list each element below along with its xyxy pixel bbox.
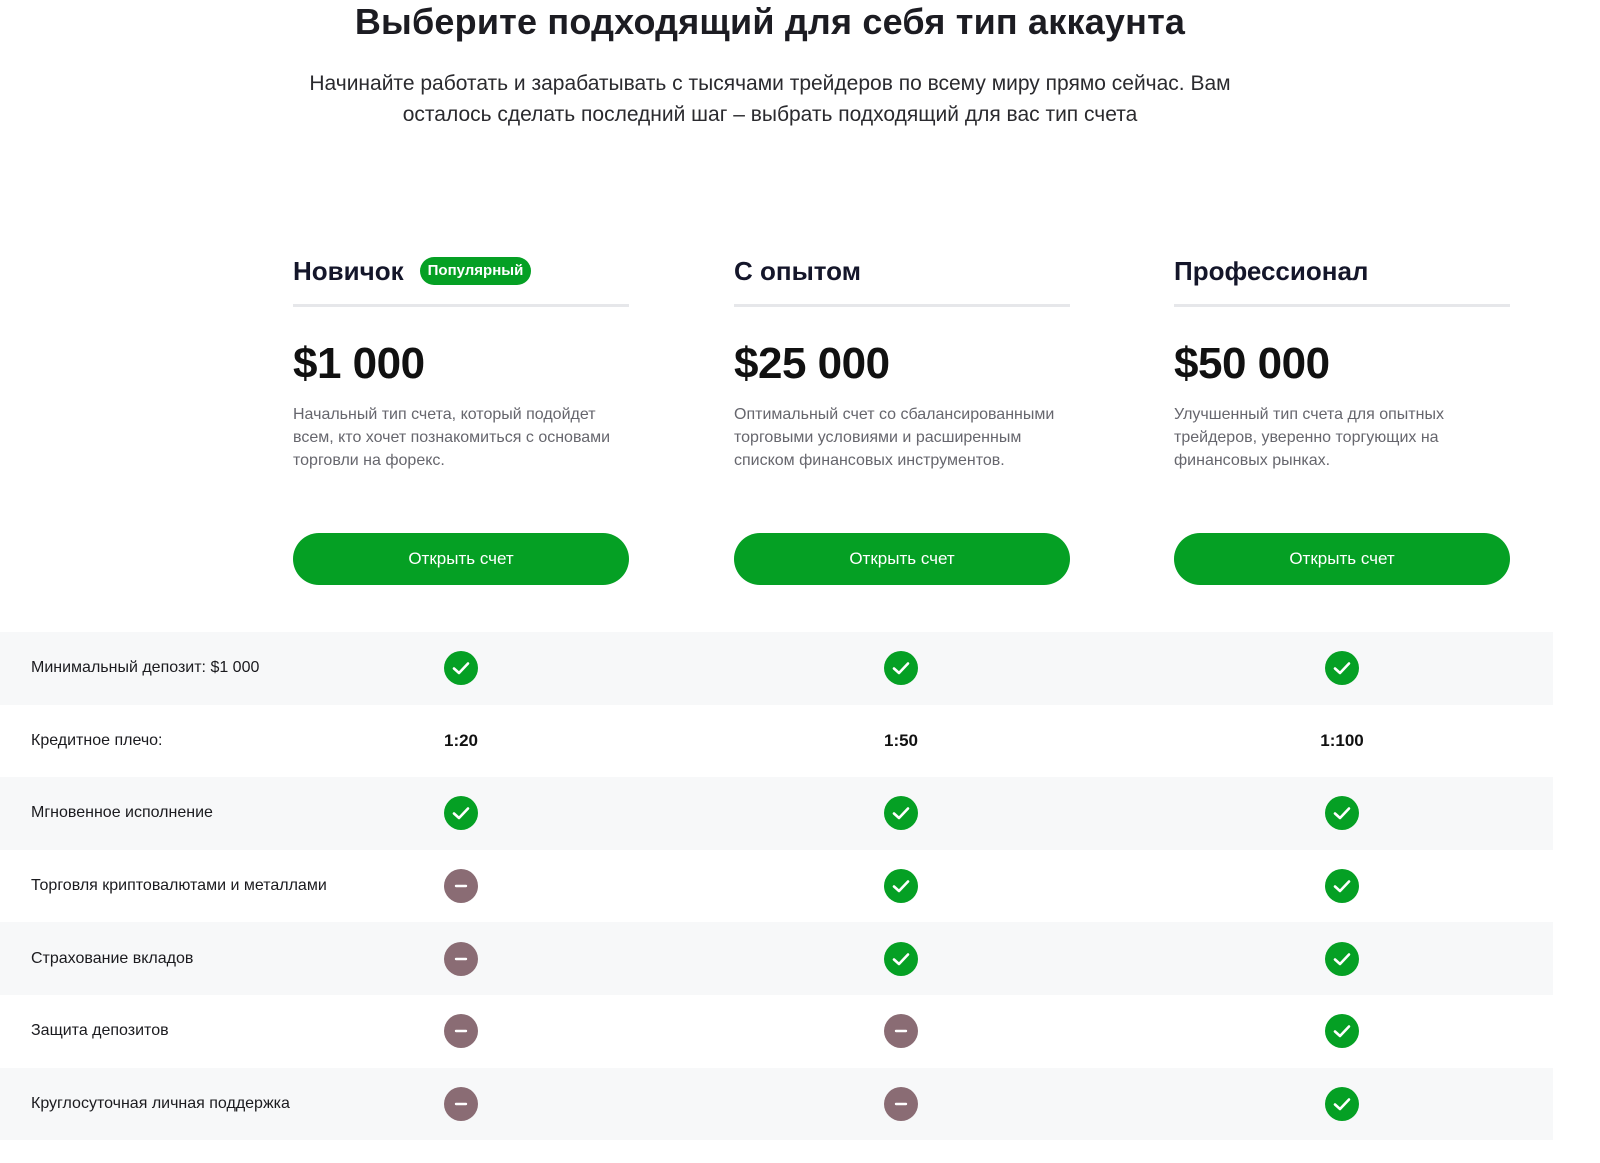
feature-comparison-table: Минимальный депозит: $1 000 Кредитное пле… xyxy=(0,632,1553,1141)
feature-cell xyxy=(871,651,931,686)
minus-icon xyxy=(444,869,478,904)
page-title: Выберите подходящий для себя тип аккаунт… xyxy=(354,1,1186,42)
minus-icon xyxy=(444,1086,478,1121)
feature-row: Кредитное плечо: 1:20 1:50 1:100 xyxy=(0,705,1553,778)
feature-cell xyxy=(871,1014,931,1049)
plan-price: $50 000 xyxy=(1174,339,1330,388)
plan-description: Улучшенный тип счета для опытных трейдер… xyxy=(1174,406,1444,469)
check-icon xyxy=(1325,1086,1359,1121)
feature-cell xyxy=(431,1086,491,1121)
subtitle-line-1: Начинайте работать и зарабатывать с тыся… xyxy=(309,72,1231,95)
popular-badge: Популярный xyxy=(419,257,532,285)
plan-card-experienced: С опытом $25 000 Оптимальный счет со сба… xyxy=(734,252,1070,585)
feature-row: Мгновенное исполнение xyxy=(0,777,1553,850)
plan-description: Оптимальный счет со сбалансированными то… xyxy=(734,406,1055,469)
feature-label: Страхование вкладов xyxy=(31,949,194,967)
subtitle-line-2: осталось сделать последний шаг – выбрать… xyxy=(402,103,1138,126)
feature-cell xyxy=(431,941,491,976)
feature-row: Защита депозитов xyxy=(0,995,1553,1068)
plan-divider xyxy=(1174,304,1510,307)
check-icon xyxy=(884,869,918,904)
page-subtitle: Начинайте работать и зарабатывать с тыся… xyxy=(210,68,1330,130)
feature-row: Торговля криптовалютами и металлами xyxy=(0,850,1553,923)
plan-card-professional: Профессионал $50 000 Улучшенный тип счет… xyxy=(1174,252,1510,585)
open-account-button[interactable]: Открыть счет xyxy=(293,533,629,585)
minus-icon xyxy=(884,1014,918,1049)
feature-cell xyxy=(431,796,491,831)
check-icon xyxy=(1325,651,1359,686)
feature-cell: 1:100 xyxy=(1312,731,1372,751)
feature-cell xyxy=(1312,869,1372,904)
check-icon xyxy=(444,651,478,686)
check-icon xyxy=(444,796,478,831)
open-account-button[interactable]: Открыть счет xyxy=(1174,533,1510,585)
feature-row: Круглосуточная личная поддержка xyxy=(0,1067,1553,1141)
open-account-button[interactable]: Открыть счет xyxy=(734,533,1070,585)
feature-cell xyxy=(1312,941,1372,976)
check-icon xyxy=(1325,869,1359,904)
plan-price: $1 000 xyxy=(293,339,425,388)
feature-label: Мгновенное исполнение xyxy=(31,804,213,822)
minus-icon xyxy=(444,941,478,976)
feature-label: Круглосуточная личная поддержка xyxy=(31,1094,290,1112)
feature-cell xyxy=(1312,1086,1372,1121)
feature-cell xyxy=(871,1086,931,1121)
feature-label: Торговля криптовалютами и металлами xyxy=(31,877,327,895)
plan-header: Профессионал xyxy=(1174,252,1510,292)
plan-divider xyxy=(293,304,629,307)
check-icon xyxy=(1325,796,1359,831)
leverage-value: 1:50 xyxy=(883,730,919,750)
feature-row: Минимальный депозит: $1 000 xyxy=(0,632,1553,705)
plan-price: $25 000 xyxy=(734,339,890,388)
plan-name: С опытом xyxy=(734,255,861,286)
check-icon xyxy=(1325,941,1359,976)
minus-icon xyxy=(884,1086,918,1121)
feature-cell xyxy=(431,651,491,686)
plan-card-novice: Новичок Популярный $1 000 Начальный тип … xyxy=(293,252,629,585)
feature-cell: 1:50 xyxy=(871,731,931,751)
feature-row: Страхование вкладов xyxy=(0,922,1553,995)
feature-label: Защита депозитов xyxy=(31,1022,169,1040)
feature-cell xyxy=(431,1014,491,1049)
leverage-value: 1:100 xyxy=(1320,730,1364,750)
feature-cell xyxy=(1312,796,1372,831)
feature-cell xyxy=(1312,1014,1372,1049)
plan-divider xyxy=(734,304,1070,307)
feature-cell xyxy=(431,869,491,904)
feature-label: Кредитное плечо: xyxy=(31,731,163,749)
feature-cell xyxy=(871,869,931,904)
check-icon xyxy=(1325,1014,1359,1049)
plan-header: С опытом xyxy=(734,252,1070,292)
plan-name: Новичок xyxy=(293,255,404,286)
leverage-value: 1:20 xyxy=(443,730,479,750)
feature-cell: 1:20 xyxy=(431,731,491,751)
feature-cell xyxy=(871,941,931,976)
feature-cell xyxy=(1312,651,1372,686)
feature-label: Минимальный депозит: $1 000 xyxy=(31,659,260,677)
check-icon xyxy=(884,796,918,831)
minus-icon xyxy=(444,1014,478,1049)
plan-description: Начальный тип счета, который подойдет вс… xyxy=(293,406,611,469)
plan-header: Новичок Популярный xyxy=(293,252,629,292)
feature-cell xyxy=(871,796,931,831)
check-icon xyxy=(884,651,918,686)
check-icon xyxy=(884,941,918,976)
plan-name: Профессионал xyxy=(1174,255,1369,286)
